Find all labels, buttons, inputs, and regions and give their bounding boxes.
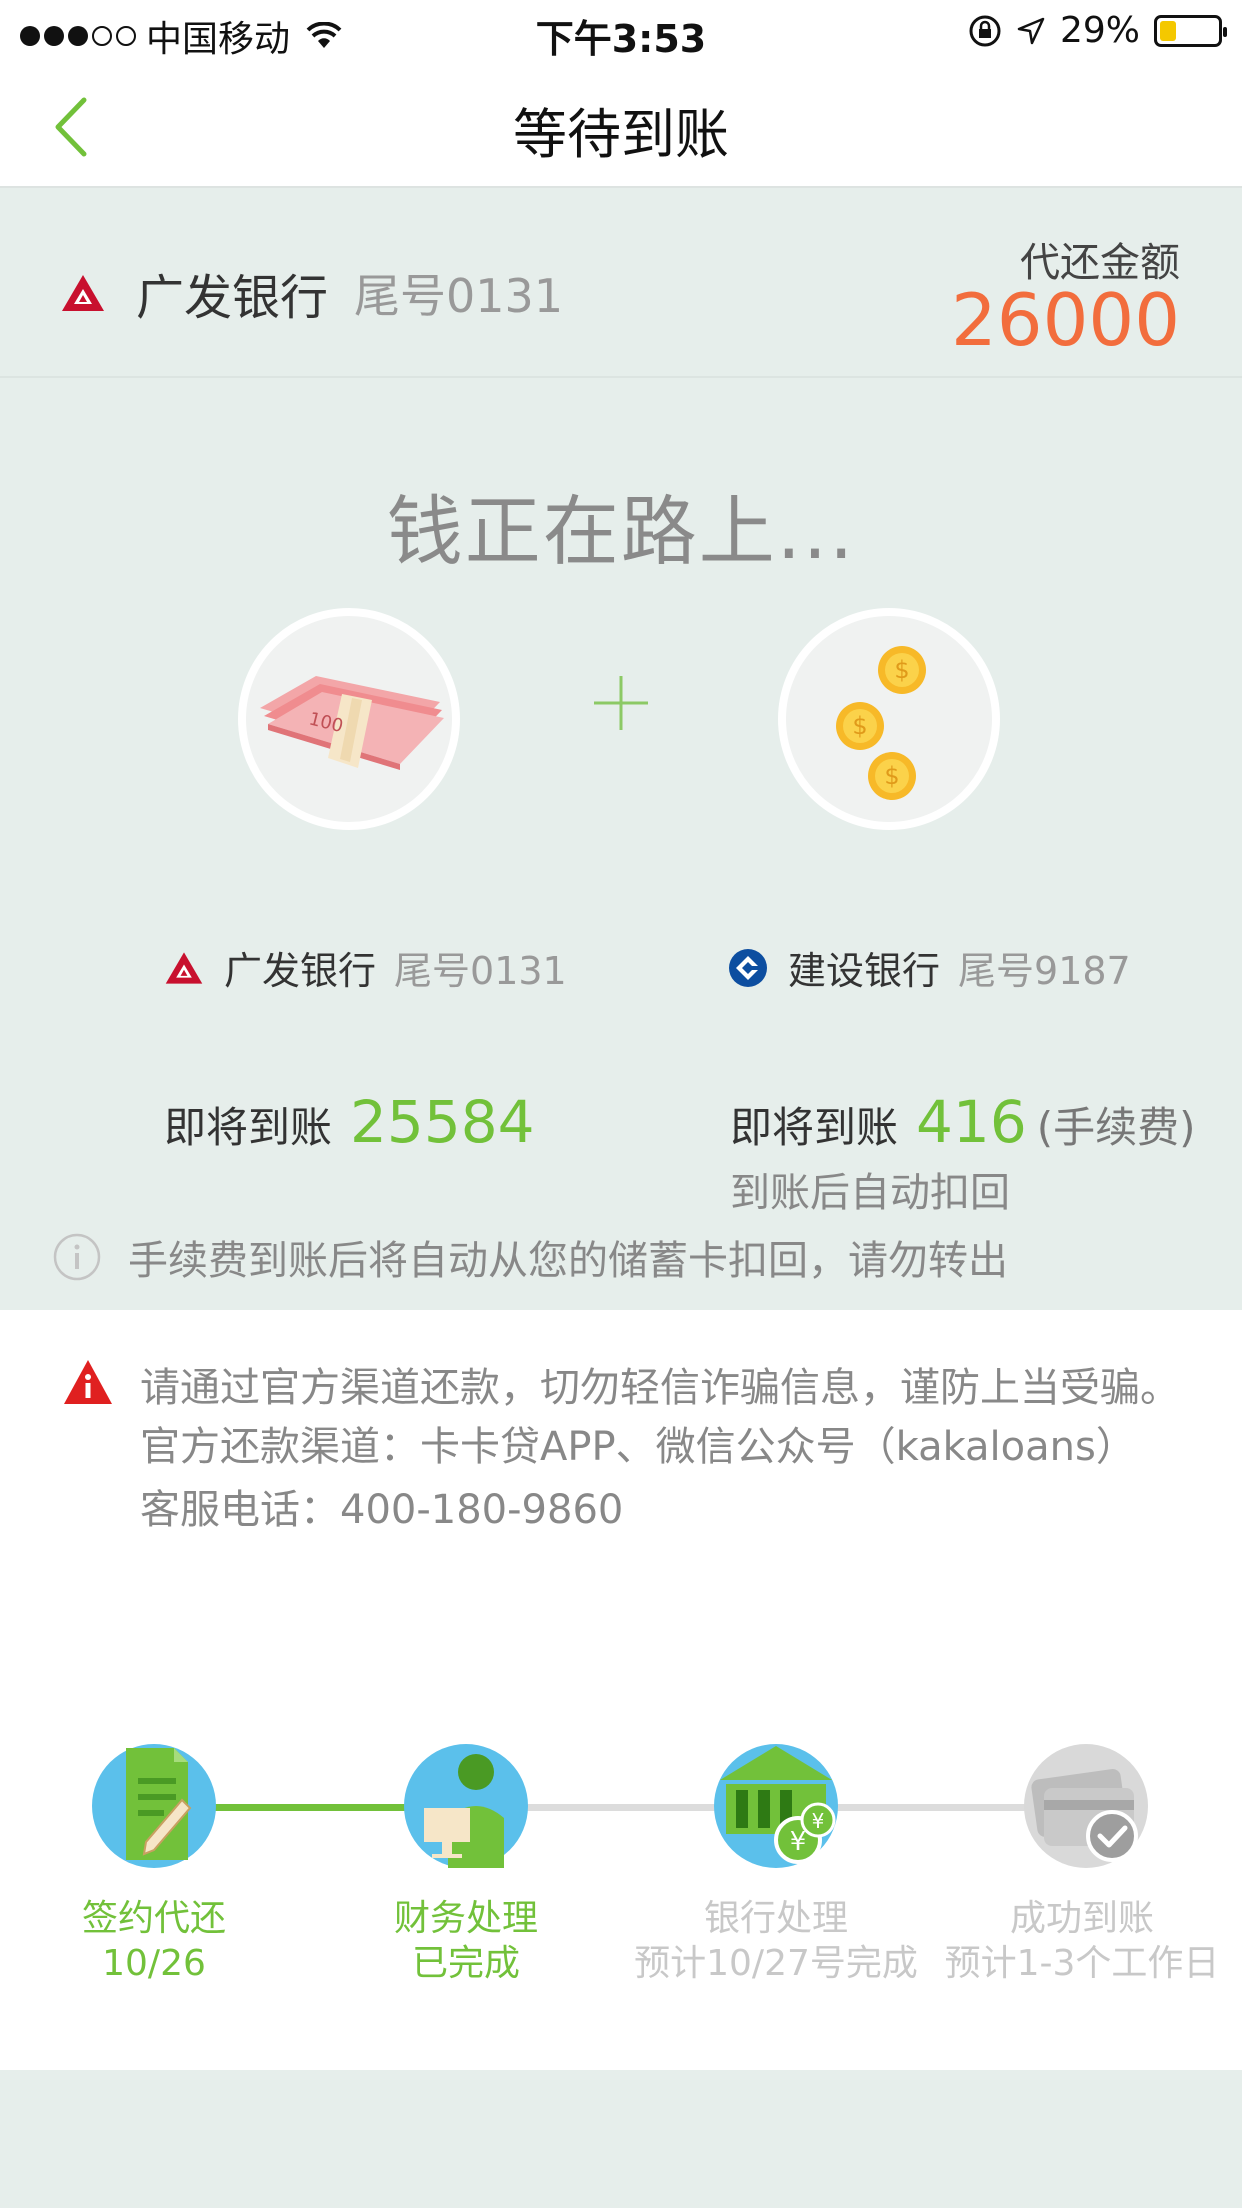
coins-circle: $ $ $ <box>778 608 1000 830</box>
bank-building-icon: ¥ ¥ <box>714 1744 838 1868</box>
svg-text:$: $ <box>852 712 867 740</box>
arrive-value: 25584 <box>350 1088 535 1156</box>
nav-bar: 等待到账 <box>0 64 1242 188</box>
finance-worker-icon <box>404 1744 528 1868</box>
cgb-bank-logo-icon <box>165 951 203 984</box>
step-sub: 10/26 <box>102 1943 206 1984</box>
document-pen-icon <box>92 1744 216 1868</box>
status-bar: 中国移动 下午3:53 29% <box>0 0 1242 64</box>
fee-bank-tail: 尾号9187 <box>958 949 1131 993</box>
ccb-bank-logo-icon <box>729 948 767 987</box>
info-icon <box>53 1233 101 1281</box>
step-title: 签约代还 <box>81 1898 226 1939</box>
repay-bank-tail: 尾号0131 <box>354 269 564 323</box>
repay-amount: 26000 <box>950 278 1180 362</box>
warning-line: 请通过官方渠道还款，切勿轻信诈骗信息，谨防上当受骗。 <box>140 1365 1180 1411</box>
arrive-label: 即将到账 <box>730 1103 899 1152</box>
rotation-lock-icon <box>969 15 1001 46</box>
svg-text:¥: ¥ <box>812 1809 825 1833</box>
arrive-value: 416 <box>916 1088 1027 1156</box>
official-channel-line: 官方还款渠道：卡卡贷APP、微信公众号（kakaloans） <box>140 1423 1136 1470</box>
money-flow-section: 钱正在路上... 100 $ $ $ 广发银行 尾号0131 建设银行 尾号91… <box>0 378 1242 1310</box>
cash-bundle-icon: 100 <box>260 676 444 770</box>
battery-level <box>1160 20 1177 41</box>
fee-bank-name: 建设银行 <box>788 949 941 993</box>
source-bank-tail: 尾号0131 <box>394 949 567 993</box>
repay-summary: 广发银行 尾号0131 代还金额 26000 <box>0 188 1242 378</box>
step-title: 成功到账 <box>1009 1898 1154 1939</box>
cash-circle: 100 <box>238 608 460 830</box>
warning-icon <box>64 1360 112 1404</box>
cgb-bank-logo-icon <box>62 275 104 311</box>
auto-deduct-note: 到账后自动扣回 <box>730 1170 1010 1216</box>
fee-notice: 手续费到账后将自动从您的储蓄卡扣回，请勿转出 <box>52 1228 1008 1286</box>
chevron-left-icon[interactable] <box>40 92 110 162</box>
source-bank: 广发银行 尾号0131 <box>164 940 567 995</box>
service-phone-line: 客服电话：400-180-9860 <box>140 1486 624 1533</box>
step-title: 财务处理 <box>393 1898 538 1939</box>
step-sub: 预计1-3个工作日 <box>944 1943 1220 1984</box>
repay-bank: 广发银行 尾号0131 <box>60 258 563 328</box>
battery-percent: 29% <box>1059 10 1140 51</box>
card-check-icon <box>1024 1744 1148 1868</box>
arrive-amount-right: 即将到账 416 (手续费) <box>730 1088 1196 1156</box>
battery-icon <box>1154 14 1227 47</box>
coins-icon: $ $ $ <box>836 646 926 800</box>
step-sign: 签约代还 10/26 <box>0 1896 314 1986</box>
fee-note: (手续费) <box>1036 1103 1196 1152</box>
step-sub: 预计10/27号完成 <box>634 1943 918 1984</box>
page-title: 等待到账 <box>513 103 729 166</box>
step-bank: 银行处理 预计10/27号完成 <box>616 1896 936 1986</box>
repay-bank-name: 广发银行 <box>136 270 329 326</box>
svg-text:$: $ <box>894 656 909 684</box>
status-right: 29% <box>968 10 1227 51</box>
step-title: 银行处理 <box>703 1898 848 1939</box>
svg-text:¥: ¥ <box>790 1827 807 1857</box>
warning-text: 请通过官方渠道还款，切勿轻信诈骗信息，谨防上当受骗。 官方还款渠道：卡卡贷APP… <box>140 1364 1190 1548</box>
step-sub: 已完成 <box>411 1943 520 1984</box>
plus-icon <box>594 676 648 730</box>
flow-title: 钱正在路上... <box>386 487 856 576</box>
fee-notice-text: 手续费到账后将自动从您的储蓄卡扣回，请勿转出 <box>128 1238 1008 1284</box>
arrive-label: 即将到账 <box>164 1103 333 1152</box>
location-arrow-icon <box>1017 17 1045 44</box>
source-bank-name: 广发银行 <box>224 949 377 993</box>
bottom-background <box>0 2070 1242 2208</box>
step-finance: 财务处理 已完成 <box>306 1896 626 1986</box>
step-arrived: 成功到账 预计1-3个工作日 <box>922 1896 1242 1986</box>
arrive-amount-left: 即将到账 25584 <box>164 1088 535 1156</box>
fee-bank: 建设银行 尾号9187 <box>728 940 1131 995</box>
svg-text:$: $ <box>884 762 899 790</box>
